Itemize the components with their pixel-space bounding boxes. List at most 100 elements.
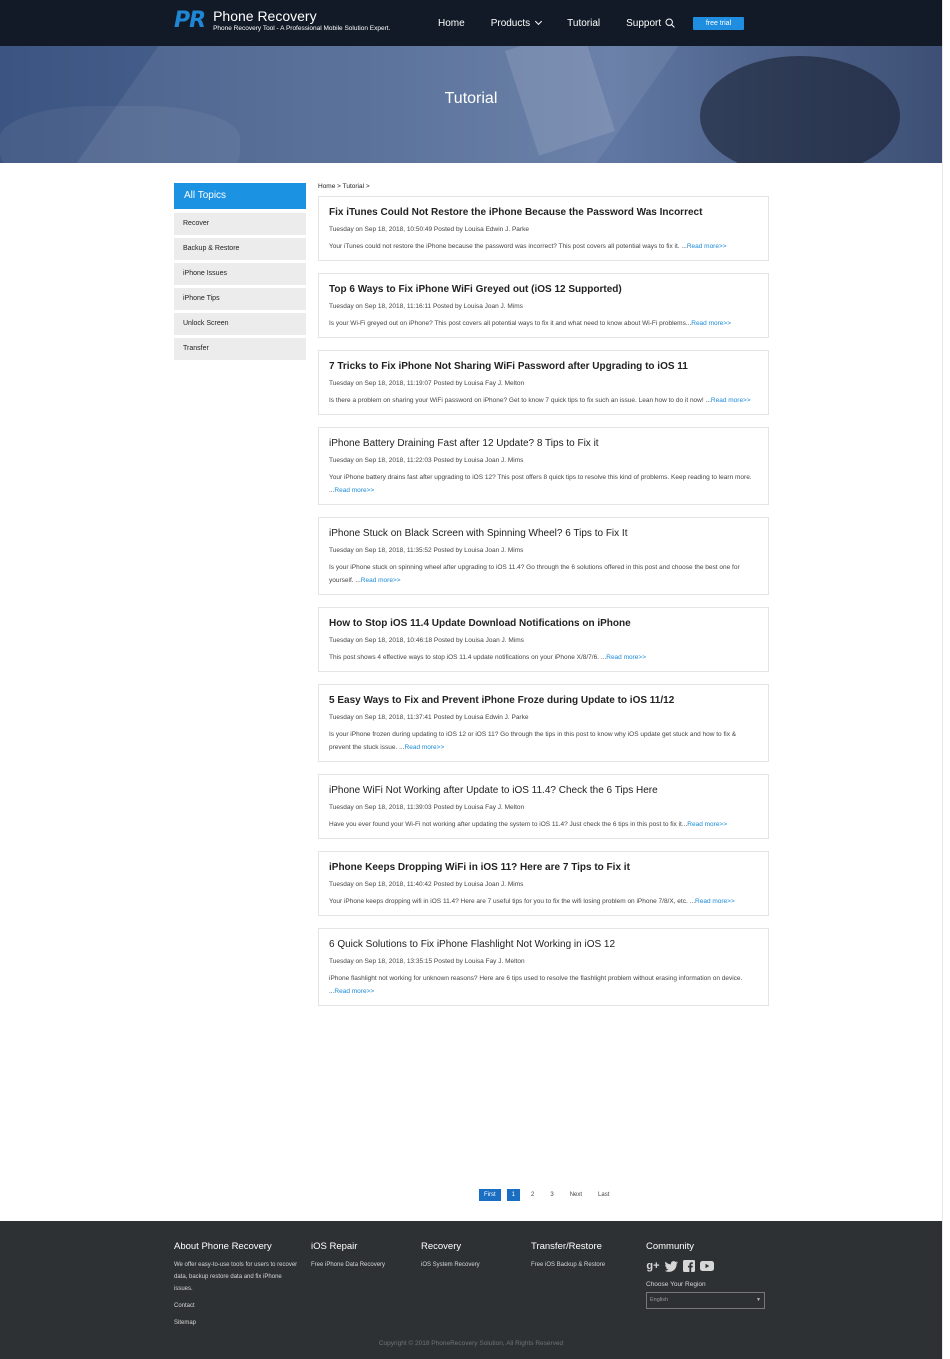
- post-excerpt-text: iPhone flashlight not working for unknow…: [329, 975, 743, 995]
- dropdown-arrow-icon: ▼: [756, 1297, 761, 1303]
- region-label: Choose Your Region: [646, 1281, 706, 1288]
- sidebar-item-backup-restore[interactable]: Backup & Restore: [174, 238, 306, 260]
- post-card: Top 6 Ways to Fix iPhone WiFi Greyed out…: [318, 273, 769, 338]
- post-excerpt-text: This post shows 4 effective ways to stop…: [329, 654, 607, 661]
- breadcrumb[interactable]: Home > Tutorial >: [318, 183, 370, 190]
- post-excerpt: Your iTunes could not restore the iPhone…: [329, 240, 758, 260]
- footer-about: About Phone Recovery We offer easy-to-us…: [174, 1241, 299, 1329]
- free-trial-button[interactable]: free trial: [693, 17, 744, 30]
- post-title[interactable]: Fix iTunes Could Not Restore the iPhone …: [329, 206, 758, 220]
- read-more-link[interactable]: Read more>>: [711, 397, 751, 404]
- post-excerpt-text: Your iTunes could not restore the iPhone…: [329, 243, 687, 250]
- post-title[interactable]: 5 Easy Ways to Fix and Prevent iPhone Fr…: [329, 694, 758, 708]
- page-2[interactable]: 2: [526, 1189, 539, 1201]
- read-more-link[interactable]: Read more>>: [687, 821, 727, 828]
- page-first[interactable]: First: [479, 1189, 501, 1201]
- nav-support[interactable]: Support: [626, 18, 661, 29]
- sidebar-item-iphone-tips[interactable]: iPhone Tips: [174, 288, 306, 310]
- footer-ios-repair-heading: iOS Repair: [311, 1241, 358, 1252]
- logo-title: Phone Recovery: [213, 8, 317, 24]
- post-card: 7 Tricks to Fix iPhone Not Sharing WiFi …: [318, 350, 769, 415]
- read-more-link[interactable]: Read more>>: [334, 487, 374, 494]
- post-meta: Tuesday on Sep 18, 2018, 10:46:18 Posted…: [329, 637, 524, 644]
- page: PR Phone Recovery Phone Recovery Tool - …: [0, 0, 942, 1359]
- sidebar-item-transfer[interactable]: Transfer: [174, 338, 306, 360]
- post-meta: Tuesday on Sep 18, 2018, 11:22:03 Posted…: [329, 457, 524, 464]
- post-meta: Tuesday on Sep 18, 2018, 11:35:52 Posted…: [329, 547, 524, 554]
- post-card: iPhone Battery Draining Fast after 12 Up…: [318, 427, 769, 505]
- google-plus-icon[interactable]: g+: [646, 1259, 660, 1273]
- post-title[interactable]: Top 6 Ways to Fix iPhone WiFi Greyed out…: [329, 283, 758, 297]
- logo-text: Phone Recovery Phone Recovery Tool - A P…: [213, 9, 390, 33]
- post-meta: Tuesday on Sep 18, 2018, 11:39:03 Posted…: [329, 804, 525, 811]
- post-excerpt: Is your Wi-Fi greyed out on iPhone? This…: [329, 317, 758, 337]
- post-excerpt-text: Your iPhone battery drains fast after up…: [329, 474, 752, 494]
- post-title[interactable]: 7 Tricks to Fix iPhone Not Sharing WiFi …: [329, 360, 758, 374]
- footer-about-text: We offer easy-to-use tools for users to …: [174, 1262, 298, 1292]
- sidebar-item-iphone-issues[interactable]: iPhone Issues: [174, 263, 306, 285]
- post-title[interactable]: iPhone Keeps Dropping WiFi in iOS 11? He…: [329, 861, 758, 875]
- post-meta: Tuesday on Sep 18, 2018, 11:19:07 Posted…: [329, 380, 525, 387]
- footer-community-heading: Community: [646, 1241, 695, 1252]
- nav-home[interactable]: Home: [438, 18, 465, 29]
- copyright: Copyright © 2018 PhoneRecovery Solution,…: [378, 1340, 564, 1347]
- post-meta: Tuesday on Sep 18, 2018, 11:16:11 Posted…: [329, 303, 523, 310]
- read-more-link[interactable]: Read more>>: [687, 243, 727, 250]
- read-more-link[interactable]: Read more>>: [405, 744, 445, 751]
- post-title[interactable]: How to Stop iOS 11.4 Update Download Not…: [329, 617, 758, 631]
- search-icon[interactable]: [665, 18, 675, 28]
- footer-free-iphone-data-recovery-link[interactable]: Free iPhone Data Recovery: [311, 1259, 385, 1271]
- post-card: 6 Quick Solutions to Fix iPhone Flashlig…: [318, 928, 769, 1006]
- footer-ios-repair: iOS Repair Free iPhone Data Recovery: [311, 1241, 385, 1271]
- site-logo[interactable]: PR Phone Recovery Phone Recovery Tool - …: [174, 9, 390, 33]
- post-excerpt-text: Is your iPhone frozen during updating to…: [329, 731, 737, 751]
- read-more-link[interactable]: Read more>>: [334, 988, 374, 995]
- footer-contact-link[interactable]: Contact: [174, 1300, 299, 1312]
- sidebar-item-recover[interactable]: Recover: [174, 213, 306, 235]
- facebook-icon[interactable]: [682, 1259, 696, 1273]
- post-card: Fix iTunes Could Not Restore the iPhone …: [318, 196, 769, 261]
- post-title[interactable]: iPhone Stuck on Black Screen with Spinni…: [329, 527, 758, 541]
- page-next[interactable]: Next: [565, 1189, 587, 1201]
- read-more-link[interactable]: Read more>>: [695, 898, 735, 905]
- read-more-link[interactable]: Read more>>: [606, 654, 646, 661]
- region-select[interactable]: English ▼: [646, 1292, 765, 1309]
- top-navbar: PR Phone Recovery Phone Recovery Tool - …: [0, 0, 942, 46]
- post-title[interactable]: iPhone WiFi Not Working after Update to …: [329, 784, 758, 798]
- twitter-icon[interactable]: [664, 1259, 678, 1273]
- post-meta: Tuesday on Sep 18, 2018, 10:50:49 Posted…: [329, 226, 529, 233]
- post-meta: Tuesday on Sep 18, 2018, 13:35:15 Posted…: [329, 958, 525, 965]
- post-excerpt: Is there a problem on sharing your WiFi …: [329, 394, 758, 414]
- sidebar-item-unlock-screen[interactable]: Unlock Screen: [174, 313, 306, 335]
- page-1[interactable]: 1: [506, 1189, 521, 1201]
- post-list: Fix iTunes Could Not Restore the iPhone …: [318, 196, 769, 1018]
- post-title[interactable]: iPhone Battery Draining Fast after 12 Up…: [329, 437, 758, 451]
- nav-products-label: Products: [490, 17, 531, 29]
- footer-backup-restore-link[interactable]: Free iOS Backup & Restore: [531, 1259, 605, 1271]
- hero-decor: [700, 56, 900, 163]
- footer-recovery: Recovery iOS System Recovery: [421, 1241, 480, 1271]
- nav-products[interactable]: Products: [490, 17, 543, 29]
- read-more-link[interactable]: Read more>>: [361, 577, 401, 584]
- footer-ios-system-recovery-link[interactable]: iOS System Recovery: [421, 1259, 480, 1271]
- post-card: How to Stop iOS 11.4 Update Download Not…: [318, 607, 769, 672]
- sidebar-heading[interactable]: All Topics: [174, 183, 306, 209]
- pagination: First 1 2 3 Next Last: [479, 1189, 620, 1201]
- nav-tutorial-label: Tutorial: [567, 17, 601, 29]
- social-icons: g+: [646, 1259, 771, 1273]
- post-meta: Tuesday on Sep 18, 2018, 11:40:42 Posted…: [329, 881, 524, 888]
- page-last[interactable]: Last: [593, 1189, 614, 1201]
- footer-sitemap-link[interactable]: Sitemap: [174, 1317, 299, 1329]
- footer-transfer: Transfer/Restore Free iOS Backup & Resto…: [531, 1241, 605, 1271]
- post-excerpt: Is your iPhone stuck on spinning wheel a…: [329, 561, 758, 594]
- region-select-value: English: [650, 1297, 669, 1303]
- youtube-icon[interactable]: [700, 1259, 714, 1273]
- read-more-link[interactable]: Read more>>: [691, 320, 731, 327]
- post-excerpt: Your iPhone keeps dropping wifi in iOS 1…: [329, 895, 758, 915]
- post-meta: Tuesday on Sep 18, 2018, 11:37:41 Posted…: [329, 714, 529, 721]
- post-title[interactable]: 6 Quick Solutions to Fix iPhone Flashlig…: [329, 938, 758, 952]
- nav-tutorial[interactable]: Tutorial: [567, 18, 600, 29]
- page-3[interactable]: 3: [545, 1189, 558, 1201]
- page-title: Tutorial: [444, 90, 498, 107]
- scrollbar-rail[interactable]: [942, 0, 950, 1359]
